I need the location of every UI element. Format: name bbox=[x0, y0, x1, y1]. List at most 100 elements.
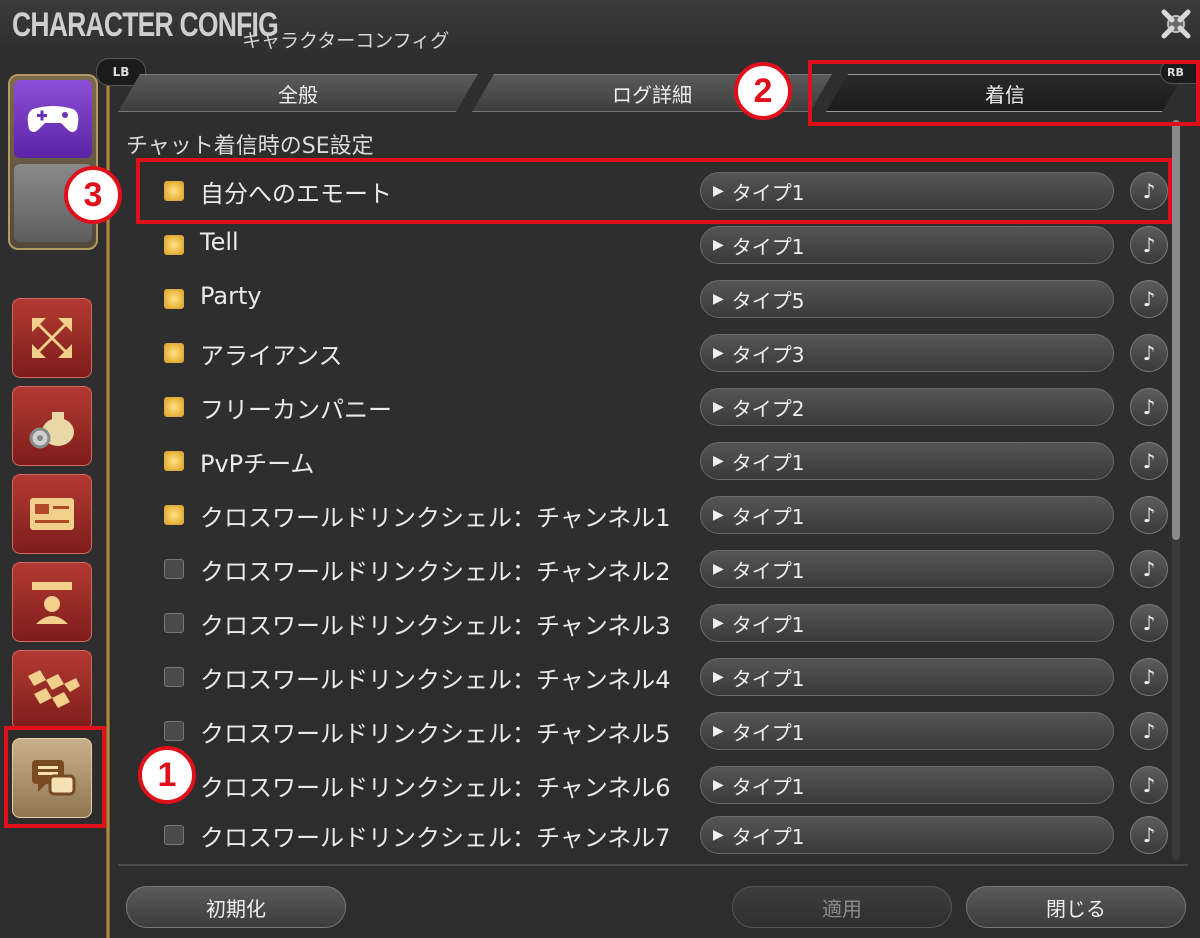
note-icon: ♪ bbox=[1142, 503, 1156, 527]
close-icon bbox=[1161, 9, 1191, 39]
list-item: クロスワールドリンクシェル：チャンネル1 ▶ タイプ1 ♪ bbox=[150, 490, 1170, 540]
dropdown-value: タイプ1 bbox=[731, 666, 805, 691]
window-subtitle: キャラクターコンフィグ bbox=[242, 30, 450, 52]
dropdown-value: タイプ1 bbox=[731, 504, 805, 529]
play-arrow-icon: ▶ bbox=[713, 399, 724, 415]
se-type-dropdown[interactable]: ▶ タイプ1 bbox=[700, 442, 1114, 480]
se-type-dropdown[interactable]: ▶ タイプ5 bbox=[700, 280, 1114, 318]
se-type-dropdown[interactable]: ▶ タイプ1 bbox=[700, 226, 1114, 264]
list-item: Tell ▶ タイプ1 ♪ bbox=[150, 220, 1170, 270]
play-sound-button[interactable]: ♪ bbox=[1130, 496, 1168, 534]
highlight-incoming-tab bbox=[808, 60, 1200, 126]
note-icon: ♪ bbox=[1142, 823, 1156, 847]
row-label: クロスワールドリンクシェル：チャンネル6 bbox=[200, 774, 671, 802]
play-arrow-icon: ▶ bbox=[713, 615, 724, 631]
dropdown-value: タイプ1 bbox=[731, 720, 805, 745]
character-config-window: CHARACTER CONFIG キャラクターコンフィグ LB 全般 ログ詳細 … bbox=[0, 0, 1200, 938]
play-arrow-icon: ▶ bbox=[713, 777, 724, 793]
row-checkbox[interactable] bbox=[164, 289, 184, 309]
sidebar-item-items[interactable] bbox=[12, 386, 92, 466]
reset-button[interactable]: 初期化 bbox=[126, 886, 346, 928]
play-sound-button[interactable]: ♪ bbox=[1130, 604, 1168, 642]
play-sound-button[interactable]: ♪ bbox=[1130, 658, 1168, 696]
list-item: クロスワールドリンクシェル：チャンネル7 ▶ タイプ1 ♪ bbox=[150, 810, 1170, 860]
se-type-dropdown[interactable]: ▶ タイプ1 bbox=[700, 604, 1114, 642]
arrows-icon bbox=[32, 318, 72, 358]
row-label: クロスワールドリンクシェル：チャンネル3 bbox=[200, 612, 671, 640]
dropdown-value: タイプ1 bbox=[731, 612, 805, 637]
close-window-button[interactable] bbox=[1156, 4, 1196, 44]
note-icon: ♪ bbox=[1142, 449, 1156, 473]
close-button[interactable]: 閉じる bbox=[966, 886, 1186, 928]
list-item: クロスワールドリンクシェル：チャンネル2 ▶ タイプ1 ♪ bbox=[150, 544, 1170, 594]
note-icon: ♪ bbox=[1142, 341, 1156, 365]
control-mode-switch[interactable] bbox=[8, 74, 98, 250]
dropdown-value: タイプ2 bbox=[731, 396, 805, 421]
row-checkbox[interactable] bbox=[164, 613, 184, 633]
play-sound-button[interactable]: ♪ bbox=[1130, 550, 1168, 588]
play-sound-button[interactable]: ♪ bbox=[1130, 442, 1168, 480]
row-checkbox[interactable] bbox=[164, 343, 184, 363]
checker-icon bbox=[28, 670, 80, 708]
note-icon: ♪ bbox=[1142, 557, 1156, 581]
footer-divider bbox=[118, 864, 1188, 866]
row-label: Tell bbox=[200, 228, 239, 256]
list-scrollbar-thumb[interactable] bbox=[1172, 120, 1180, 540]
row-checkbox[interactable] bbox=[164, 559, 184, 579]
row-checkbox[interactable] bbox=[164, 825, 184, 845]
gamepad-mode-tile[interactable] bbox=[14, 80, 92, 158]
note-icon: ♪ bbox=[1142, 611, 1156, 635]
play-arrow-icon: ▶ bbox=[713, 237, 724, 253]
dropdown-value: タイプ1 bbox=[731, 234, 805, 259]
sidebar-item-card[interactable] bbox=[12, 474, 92, 554]
apply-button[interactable]: 適用 bbox=[732, 886, 952, 928]
play-arrow-icon: ▶ bbox=[713, 291, 724, 307]
row-label: アライアンス bbox=[200, 342, 343, 370]
row-label: Party bbox=[200, 282, 262, 310]
play-sound-button[interactable]: ♪ bbox=[1130, 334, 1168, 372]
se-type-dropdown[interactable]: ▶ タイプ2 bbox=[700, 388, 1114, 426]
row-checkbox[interactable] bbox=[164, 451, 184, 471]
list-item: クロスワールドリンクシェル：チャンネル3 ▶ タイプ1 ♪ bbox=[150, 598, 1170, 648]
gamepad-icon bbox=[27, 106, 79, 132]
play-sound-button[interactable]: ♪ bbox=[1130, 816, 1168, 854]
se-type-dropdown[interactable]: ▶ タイプ1 bbox=[700, 658, 1114, 696]
list-item: クロスワールドリンクシェル：チャンネル4 ▶ タイプ1 ♪ bbox=[150, 652, 1170, 702]
play-arrow-icon: ▶ bbox=[713, 453, 724, 469]
play-arrow-icon: ▶ bbox=[713, 507, 724, 523]
row-checkbox[interactable] bbox=[164, 235, 184, 255]
se-type-dropdown[interactable]: ▶ タイプ1 bbox=[700, 712, 1114, 750]
se-type-dropdown[interactable]: ▶ タイプ3 bbox=[700, 334, 1114, 372]
play-sound-button[interactable]: ♪ bbox=[1130, 280, 1168, 318]
row-checkbox[interactable] bbox=[164, 667, 184, 687]
row-label: PvPチーム bbox=[200, 450, 315, 478]
sidebar-item-profile[interactable] bbox=[12, 562, 92, 642]
list-item: クロスワールドリンクシェル：チャンネル6 ▶ タイプ1 ♪ bbox=[150, 760, 1170, 810]
se-type-dropdown[interactable]: ▶ タイプ1 bbox=[700, 816, 1114, 854]
dropdown-value: タイプ1 bbox=[731, 774, 805, 799]
play-arrow-icon: ▶ bbox=[713, 669, 724, 685]
dropdown-value: タイプ1 bbox=[731, 450, 805, 475]
play-arrow-icon: ▶ bbox=[713, 345, 724, 361]
se-type-dropdown[interactable]: ▶ タイプ1 bbox=[700, 496, 1114, 534]
sidebar-item-hud[interactable] bbox=[12, 298, 92, 378]
window-title: CHARACTER CONFIG bbox=[12, 6, 279, 44]
play-sound-button[interactable]: ♪ bbox=[1130, 388, 1168, 426]
play-sound-button[interactable]: ♪ bbox=[1130, 766, 1168, 804]
note-icon: ♪ bbox=[1142, 233, 1156, 257]
row-label: フリーカンパニー bbox=[200, 396, 392, 424]
tab-general[interactable]: 全般 bbox=[118, 74, 478, 112]
row-label: クロスワールドリンクシェル：チャンネル4 bbox=[200, 666, 671, 694]
sidebar-item-pattern[interactable] bbox=[12, 650, 92, 730]
note-icon: ♪ bbox=[1142, 395, 1156, 419]
se-type-dropdown[interactable]: ▶ タイプ1 bbox=[700, 550, 1114, 588]
row-checkbox[interactable] bbox=[164, 505, 184, 525]
row-checkbox[interactable] bbox=[164, 397, 184, 417]
play-sound-button[interactable]: ♪ bbox=[1130, 712, 1168, 750]
dropdown-value: タイプ1 bbox=[731, 824, 805, 849]
row-label: クロスワールドリンクシェル：チャンネル2 bbox=[200, 558, 671, 586]
se-type-dropdown[interactable]: ▶ タイプ1 bbox=[700, 766, 1114, 804]
row-checkbox[interactable] bbox=[164, 721, 184, 741]
list-item: アライアンス ▶ タイプ3 ♪ bbox=[150, 328, 1170, 378]
play-sound-button[interactable]: ♪ bbox=[1130, 226, 1168, 264]
